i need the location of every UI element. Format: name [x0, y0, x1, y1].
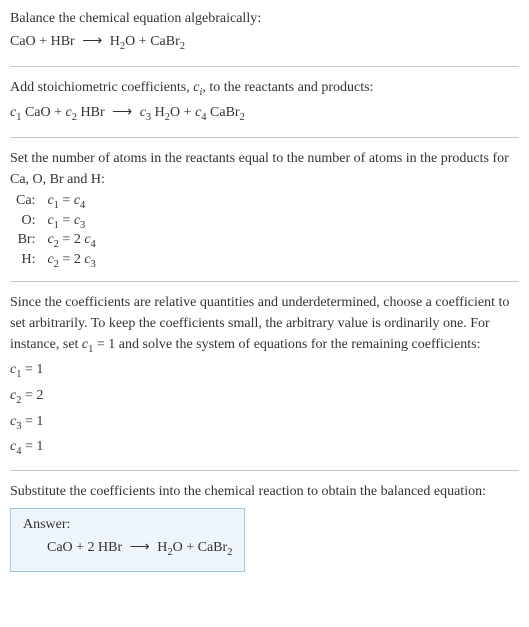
arrow-icon: ⟶: [126, 540, 154, 555]
step1-text-a: Add stoichiometric coefficients,: [10, 80, 193, 95]
sp3b: O +: [170, 105, 195, 120]
sp1: CaO +: [21, 105, 65, 120]
plus: +: [36, 34, 51, 49]
ans-h: H: [154, 540, 168, 555]
sp4: CaBr: [207, 105, 240, 120]
step3-section: Since the coefficients are relative quan…: [10, 292, 519, 460]
element-label: H:: [10, 251, 41, 271]
br2-sub: 2: [240, 112, 245, 123]
solution-row: c2 = 2: [10, 385, 519, 409]
val: = 1: [21, 414, 43, 429]
table-row: O: c1 = c3: [10, 212, 102, 232]
divider: [10, 470, 519, 471]
solution-row: c4 = 1: [10, 436, 519, 460]
answer-box: Answer: CaO + 2 HBr ⟶ H2O + CaBr2: [10, 508, 245, 573]
ans-br-sub: 2: [227, 546, 232, 557]
intro-section: Balance the chemical equation algebraica…: [10, 8, 519, 56]
element-label: Ca:: [10, 192, 41, 212]
solution-row: c1 = 1: [10, 359, 519, 383]
step2-section: Set the number of atoms in the reactants…: [10, 148, 519, 271]
intro-text: Balance the chemical equation algebraica…: [10, 8, 519, 29]
product-cabr2-sub: 2: [180, 41, 185, 52]
step1-equation: c1 CaO + c2 HBr ⟶ c3 H2O + c4 CaBr2: [10, 102, 519, 127]
step4-section: Substitute the coefficients into the che…: [10, 481, 519, 573]
ans-lhs: CaO + 2 HBr: [47, 540, 126, 555]
element-label: O:: [10, 212, 41, 232]
divider: [10, 137, 519, 138]
step1-text: Add stoichiometric coefficients, ci, to …: [10, 77, 519, 101]
product-h2o-o: O: [125, 34, 135, 49]
intro-equation: CaO + HBr ⟶ H2O + CaBr2: [10, 31, 519, 56]
balance-eq: c1 = c4: [41, 192, 101, 212]
element-label: Br:: [10, 231, 41, 251]
sub: 4: [91, 239, 96, 250]
plus: +: [135, 34, 150, 49]
arrow-icon: ⟶: [78, 34, 106, 49]
sp3: H: [151, 105, 165, 120]
coef: 2: [74, 232, 85, 247]
product-h2o-h: H: [110, 34, 120, 49]
arrow-icon: ⟶: [108, 105, 136, 120]
val: = 2: [21, 388, 43, 403]
ans-rest: O + CaBr: [173, 540, 228, 555]
step4-text: Substitute the coefficients into the che…: [10, 481, 519, 502]
step3-text-b: = 1 and solve the system of equations fo…: [93, 337, 480, 352]
val: = 1: [21, 439, 43, 454]
step1-text-b: , to the reactants and products:: [202, 80, 373, 95]
step2-text: Set the number of atoms in the reactants…: [10, 148, 519, 190]
val: = 1: [21, 362, 43, 377]
balance-eq: c2 = 2 c4: [41, 231, 101, 251]
sub: 3: [91, 259, 96, 270]
divider: [10, 66, 519, 67]
balance-eq: c1 = c3: [41, 212, 101, 232]
eq: =: [59, 213, 74, 228]
answer-equation: CaO + 2 HBr ⟶ H2O + CaBr2: [23, 537, 232, 562]
coef: 2: [74, 252, 85, 267]
atom-balance-table: Ca: c1 = c4 O: c1 = c3 Br: c2 = 2 c4 H: …: [10, 192, 102, 271]
eq: =: [59, 232, 74, 247]
step1-section: Add stoichiometric coefficients, ci, to …: [10, 77, 519, 127]
sub: 3: [80, 219, 85, 230]
answer-label: Answer:: [23, 517, 232, 533]
eq: =: [59, 252, 74, 267]
reactant-cao: CaO: [10, 34, 36, 49]
table-row: H: c2 = 2 c3: [10, 251, 102, 271]
sp2: HBr: [77, 105, 108, 120]
table-row: Br: c2 = 2 c4: [10, 231, 102, 251]
sub: 4: [80, 200, 85, 211]
divider: [10, 281, 519, 282]
table-row: Ca: c1 = c4: [10, 192, 102, 212]
balance-eq: c2 = 2 c3: [41, 251, 101, 271]
solution-row: c3 = 1: [10, 411, 519, 435]
product-cabr2: CaBr: [150, 34, 180, 49]
eq: =: [59, 193, 74, 208]
step3-text: Since the coefficients are relative quan…: [10, 292, 519, 358]
reactant-hbr: HBr: [51, 34, 75, 49]
